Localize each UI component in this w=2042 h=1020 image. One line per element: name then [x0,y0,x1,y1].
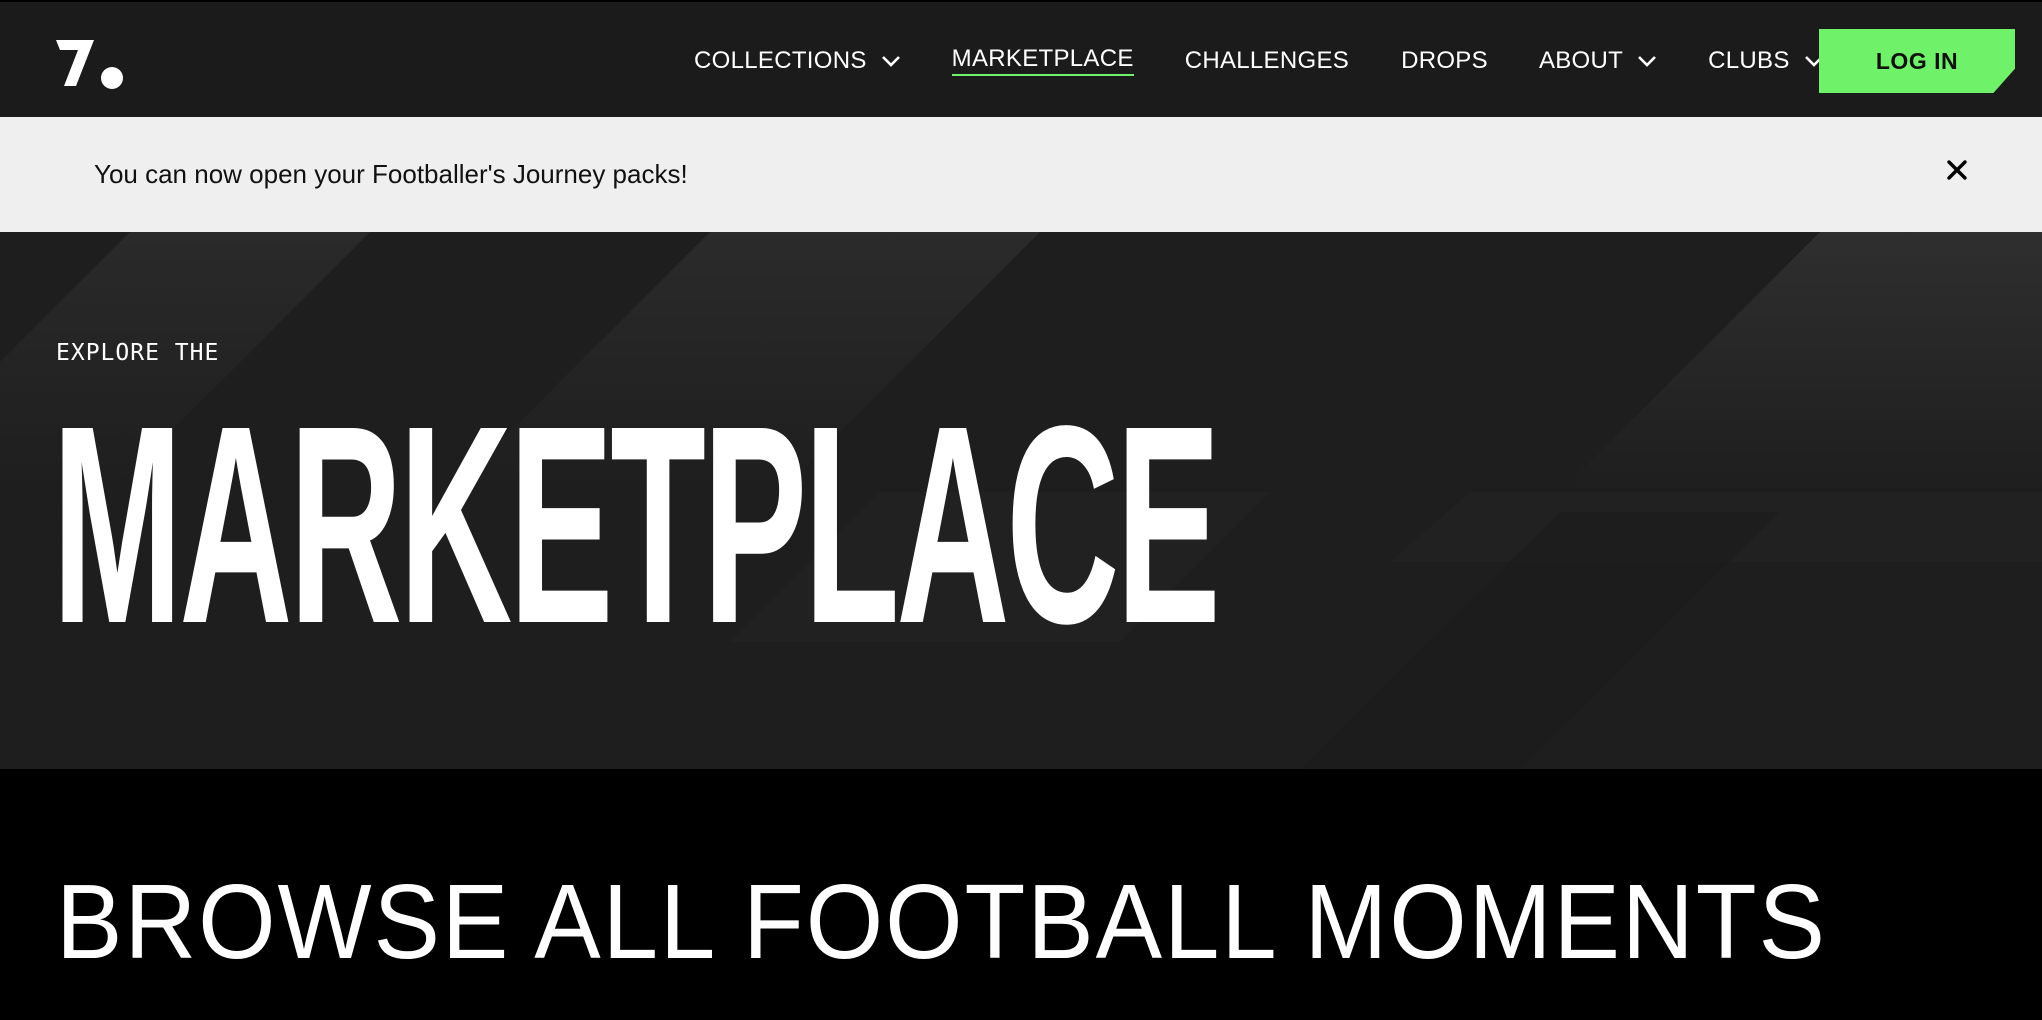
close-icon[interactable] [1944,157,1970,183]
browse-heading: BROWSE ALL FOOTBALL MOMENTS [56,863,1827,981]
nav-item-label: COLLECTIONS [694,46,867,74]
nav-links: COLLECTIONS MARKETPLACE CHALLENGES DROPS… [694,2,1824,119]
hero-kicker: EXPLORE THE [56,340,220,366]
nav-item-label: CHALLENGES [1184,46,1350,74]
chevron-down-icon [1638,55,1657,67]
nav-item-clubs[interactable]: CLUBS [1708,47,1824,75]
login-button[interactable]: LOG IN [1819,29,2015,93]
nav-item-label: ABOUT [1538,46,1624,74]
banner-message: You can now open your Footballer's Journ… [94,159,688,189]
nav-item-label: CLUBS [1708,46,1790,74]
hero-section: EXPLORE THE MARKETPLACE [0,232,2042,769]
top-nav: COLLECTIONS MARKETPLACE CHALLENGES DROPS… [0,0,2042,117]
announcement-banner: You can now open your Footballer's Journ… [0,117,2042,232]
nav-item-label: MARKETPLACE [951,45,1134,76]
nav-item-marketplace[interactable]: MARKETPLACE [951,45,1134,76]
nav-item-collections[interactable]: COLLECTIONS [694,47,901,75]
chevron-down-icon [881,55,900,67]
onefootball-logo-icon[interactable] [54,34,124,90]
nav-item-challenges[interactable]: CHALLENGES [1185,47,1349,75]
hero-title: MARKETPLACE [52,367,1221,682]
browse-section: BROWSE ALL FOOTBALL MOMENTS [0,769,2042,1020]
nav-item-label: DROPS [1401,46,1488,74]
nav-item-about[interactable]: ABOUT [1539,47,1657,75]
nav-item-drops[interactable]: DROPS [1401,47,1488,75]
